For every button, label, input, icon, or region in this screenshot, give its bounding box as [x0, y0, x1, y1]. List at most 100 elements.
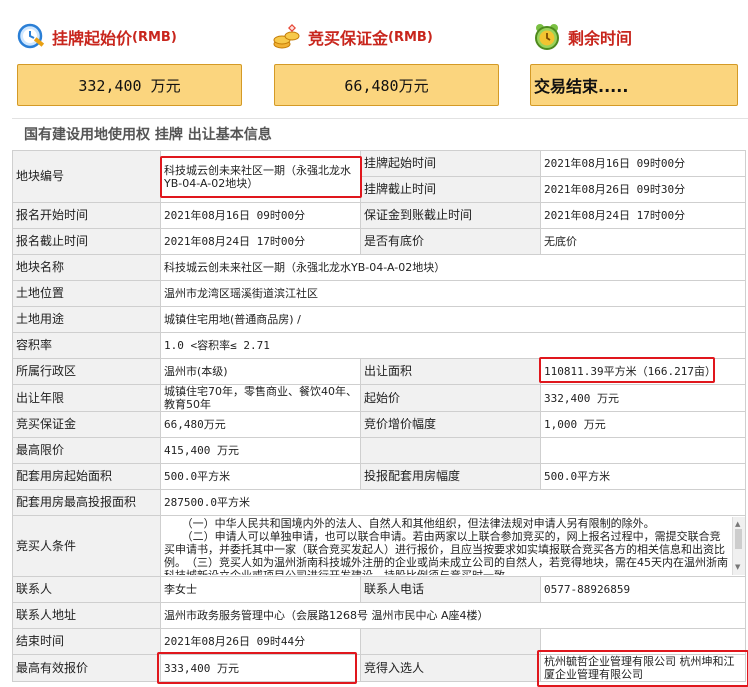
- winner-label: 竞得入选人: [360, 654, 541, 682]
- start-price-box: 332,400 万元: [17, 64, 242, 106]
- table-row: 出让年限 城镇住宅70年，零售商业、餐饮40年、教育50年 起始价 332,40…: [12, 384, 746, 412]
- location-label: 土地位置: [12, 280, 161, 307]
- winner-value: 杭州毓哲企业管理有限公司 杭州坤和江厦企业管理有限公司: [540, 654, 746, 682]
- table-row: 配套用房最高投报面积 287500.0平方米: [12, 489, 746, 516]
- parcel-no-label: 地块编号: [12, 150, 161, 203]
- highest-bid-value: 333,400 万元: [160, 654, 361, 682]
- empty-cell: [360, 628, 541, 655]
- phone-value: 0577-88926859: [540, 576, 746, 603]
- bidder-condition-paragraph: （一）中华人民共和国境内外的法人、自然人和其他组织，但法律法规对申请人另有限制的…: [181, 517, 655, 530]
- bidder-conditions-label: 竞买人条件: [12, 515, 161, 577]
- bidder-condition-paragraph: （二）申请人可以单独申请，也可以联合申请。若由两家以上联合参加竞买的，网上报名过…: [164, 530, 728, 575]
- table-row: 土地位置 温州市龙湾区瑶溪街道滨江社区: [12, 280, 746, 307]
- usage-label: 土地用途: [12, 306, 161, 333]
- reserve-price-label: 是否有底价: [360, 228, 541, 255]
- parcel-name-label: 地块名称: [12, 254, 161, 281]
- scroll-down-icon[interactable]: ▼: [735, 561, 740, 574]
- deposit-box: 66,480万元: [274, 64, 499, 106]
- clock-pen-icon: [16, 22, 46, 52]
- table-row: 容积率 1.0 <容积率≤ 2.71: [12, 332, 746, 359]
- increment-label: 竞价增价幅度: [360, 411, 541, 438]
- address-value: 温州市政务服务管理中心（会展路1268号 温州市民中心 A座4楼）: [160, 602, 746, 629]
- area-value: 110811.39平方米（166.217亩）: [540, 358, 746, 385]
- table-row: 最高有效报价 333,400 万元 竞得入选人 杭州毓哲企业管理有限公司 杭州坤…: [12, 654, 746, 682]
- district-label: 所属行政区: [12, 358, 161, 385]
- empty-cell: [540, 628, 746, 655]
- table-row: 报名截止时间 2021年08月24日 17时00分 是否有底价 无底价: [12, 228, 746, 255]
- table-row: 土地用途 城镇住宅用地(普通商品房) /: [12, 306, 746, 333]
- start-price-row-value: 332,400 万元: [540, 384, 746, 412]
- housing-increment-label: 投报配套用房幅度: [360, 463, 541, 490]
- start-price-unit: (RMB): [132, 29, 177, 45]
- signup-end-label: 报名截止时间: [12, 228, 161, 255]
- start-price-row-label: 起始价: [360, 384, 541, 412]
- deposit-row-label: 竞买保证金: [12, 411, 161, 438]
- auction-header: 挂牌起始价 (RMB) 332,400 万元 竞买保证金 (RMB) 66,48…: [0, 0, 748, 112]
- address-label: 联系人地址: [12, 602, 161, 629]
- deposit-deadline-label: 保证金到账截止时间: [360, 202, 541, 229]
- housing-max-area-value: 287500.0平方米: [160, 489, 746, 516]
- table-row: 地块编号 科技城云创未来社区一期（永强北龙水YB-04-A-02地块） 挂牌起始…: [12, 150, 746, 203]
- signup-start-label: 报名开始时间: [12, 202, 161, 229]
- district-value: 温州市(本级): [160, 358, 361, 385]
- phone-label: 联系人电话: [360, 576, 541, 603]
- table-row: 配套用房起始面积 500.0平方米 投报配套用房幅度 500.0平方米: [12, 463, 746, 490]
- highest-bid-label: 最高有效报价: [12, 654, 161, 682]
- parcel-no-value: 科技城云创未来社区一期（永强北龙水YB-04-A-02地块）: [160, 150, 361, 203]
- table-row: 联系人地址 温州市政务服务管理中心（会展路1268号 温州市民中心 A座4楼）: [12, 602, 746, 629]
- remaining-label: 剩余时间: [568, 29, 633, 48]
- table-row: 联系人 李女士 联系人电话 0577-88926859: [12, 576, 746, 603]
- far-label: 容积率: [12, 332, 161, 359]
- remaining-title: 剩余时间: [532, 22, 632, 52]
- listing-start-label: 挂牌起始时间: [360, 150, 541, 177]
- housing-start-area-label: 配套用房起始面积: [12, 463, 161, 490]
- deposit-label: 竞买保证金: [308, 29, 389, 48]
- deposit-value: 66,480万元: [344, 76, 429, 95]
- remaining-value: 交易结束.....: [534, 77, 629, 96]
- start-price-label: 挂牌起始价: [52, 29, 133, 48]
- table-row: 竞买保证金 66,480万元 竞价增价幅度 1,000 万元: [12, 411, 746, 438]
- coins-icon: [272, 22, 302, 52]
- far-value: 1.0 <容积率≤ 2.71: [160, 332, 746, 359]
- signup-end-value: 2021年08月24日 17时00分: [160, 228, 361, 255]
- end-time-label: 结束时间: [12, 628, 161, 655]
- bidder-conditions-text[interactable]: （一）中华人民共和国境内外的法人、自然人和其他组织，但法律法规对申请人另有限制的…: [164, 517, 745, 575]
- listing-end-label: 挂牌截止时间: [360, 176, 541, 203]
- housing-start-area-value: 500.0平方米: [160, 463, 361, 490]
- table-row: 所属行政区 温州市(本级) 出让面积 110811.39平方米（166.217亩…: [12, 358, 746, 385]
- empty-cell: [540, 437, 746, 464]
- deposit-deadline-value: 2021年08月24日 17时00分: [540, 202, 746, 229]
- term-value: 城镇住宅70年，零售商业、餐饮40年、教育50年: [160, 384, 361, 412]
- listing-end-value: 2021年08月26日 09时30分: [540, 176, 746, 203]
- land-info-table: 地块编号 科技城云创未来社区一期（永强北龙水YB-04-A-02地块） 挂牌起始…: [12, 150, 746, 682]
- table-row: 结束时间 2021年08月26日 09时44分: [12, 628, 746, 655]
- conditions-scrollbar[interactable]: ▲ ▼: [732, 517, 745, 575]
- housing-increment-value: 500.0平方米: [540, 463, 746, 490]
- table-row: 报名开始时间 2021年08月16日 09时00分 保证金到账截止时间 2021…: [12, 202, 746, 229]
- increment-value: 1,000 万元: [540, 411, 746, 438]
- section-title: 国有建设用地使用权 挂牌 出让基本信息: [12, 118, 748, 149]
- area-label: 出让面积: [360, 358, 541, 385]
- deposit-unit: (RMB): [388, 29, 433, 45]
- contact-label: 联系人: [12, 576, 161, 603]
- deposit-row-value: 66,480万元: [160, 411, 361, 438]
- listing-start-value: 2021年08月16日 09时00分: [540, 150, 746, 177]
- location-value: 温州市龙湾区瑶溪街道滨江社区: [160, 280, 746, 307]
- bidder-conditions-cell: （一）中华人民共和国境内外的法人、自然人和其他组织，但法律法规对申请人另有限制的…: [160, 515, 746, 577]
- contact-value: 李女士: [160, 576, 361, 603]
- max-price-value: 415,400 万元: [160, 437, 361, 464]
- signup-start-value: 2021年08月16日 09时00分: [160, 202, 361, 229]
- scroll-thumb[interactable]: [735, 529, 742, 549]
- reserve-price-value: 无底价: [540, 228, 746, 255]
- housing-max-area-label: 配套用房最高投报面积: [12, 489, 161, 516]
- remaining-box: 交易结束.....: [530, 64, 738, 106]
- table-row: 竞买人条件 （一）中华人民共和国境内外的法人、自然人和其他组织，但法律法规对申请…: [12, 515, 746, 577]
- start-price-title: 挂牌起始价 (RMB): [16, 22, 177, 52]
- deposit-title: 竞买保证金 (RMB): [272, 22, 433, 52]
- start-price-value: 332,400 万元: [78, 76, 181, 95]
- table-row: 地块名称 科技城云创未来社区一期（永强北龙水YB-04-A-02地块）: [12, 254, 746, 281]
- end-time-value: 2021年08月26日 09时44分: [160, 628, 361, 655]
- table-row: 最高限价 415,400 万元: [12, 437, 746, 464]
- usage-value: 城镇住宅用地(普通商品房) /: [160, 306, 746, 333]
- alarm-clock-icon: [532, 22, 562, 52]
